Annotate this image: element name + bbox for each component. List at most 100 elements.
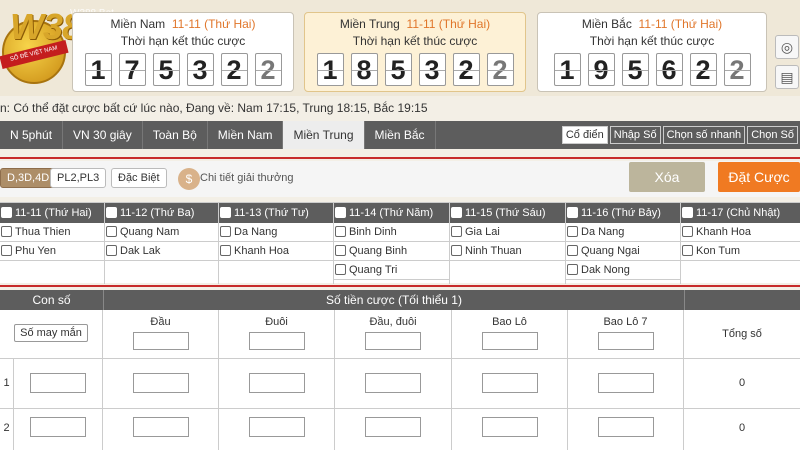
- amount-cell: [219, 359, 335, 408]
- province-option[interactable]: Quang Nam: [105, 223, 218, 242]
- checkbox[interactable]: [220, 226, 231, 237]
- province-option[interactable]: Ninh Thuan: [450, 242, 565, 261]
- tab-mien-nam[interactable]: Miền Nam: [208, 121, 284, 149]
- bulk-amount-input[interactable]: [132, 332, 189, 350]
- countdown-digit: 2: [723, 53, 751, 86]
- header-label: Bao Lô 7: [603, 316, 648, 328]
- amount-input[interactable]: [481, 373, 538, 393]
- lucky-number-button[interactable]: Số may mắn: [14, 324, 88, 342]
- checkbox[interactable]: [1, 245, 12, 256]
- province-option[interactable]: Gia Lai: [450, 223, 565, 242]
- checkbox[interactable]: [451, 207, 462, 218]
- day-header[interactable]: 11-14 (Thứ Năm): [334, 203, 449, 223]
- money-bag-icon[interactable]: $: [178, 168, 200, 190]
- amount-input[interactable]: [248, 373, 305, 393]
- province-option[interactable]: Khanh Hoa: [219, 242, 333, 261]
- bulk-amount-input[interactable]: [481, 332, 538, 350]
- tab-vn-30-giay[interactable]: VN 30 giây: [63, 121, 143, 149]
- province-option[interactable]: Thua Thien: [0, 223, 104, 242]
- draw-info-text: n: Có thể đặt cược bất cứ lúc nào, Đang …: [0, 101, 428, 115]
- header-cell-dau-duoi: Đầu, đuôi: [335, 310, 452, 358]
- checkbox[interactable]: [1, 226, 12, 237]
- amount-input[interactable]: [132, 417, 189, 437]
- checkbox[interactable]: [335, 226, 346, 237]
- checkbox[interactable]: [335, 207, 346, 218]
- checkbox[interactable]: [451, 226, 462, 237]
- bet-type-2d3d4d-button[interactable]: D,3D,4D: [0, 168, 57, 188]
- amount-input[interactable]: [365, 373, 421, 393]
- mode-chon-so[interactable]: Chọn Số: [747, 126, 798, 144]
- countdown-digit: 8: [350, 53, 378, 86]
- province-option[interactable]: Da Nang: [566, 223, 680, 242]
- day-column: 11-13 (Thứ Tư) Da Nang Khanh Hoa: [219, 203, 334, 284]
- checkbox[interactable]: [106, 245, 117, 256]
- day-header[interactable]: 11-12 (Thứ Ba): [105, 203, 218, 223]
- region-card-mien-nam[interactable]: Miền Nam 11-11 (Thứ Hai) Thời hạn kết th…: [72, 12, 294, 92]
- mode-co-dien[interactable]: Cổ điển: [561, 126, 608, 144]
- bulk-amount-input[interactable]: [365, 332, 421, 350]
- countdown-digit: 7: [118, 53, 146, 86]
- checkbox[interactable]: [682, 226, 693, 237]
- tab-mien-trung[interactable]: Miền Trung: [283, 121, 365, 149]
- checkbox[interactable]: [335, 245, 346, 256]
- province-option[interactable]: Quang Binh: [334, 242, 449, 261]
- header-cell-bao-lo: Bao Lô: [452, 310, 568, 358]
- checkbox[interactable]: [451, 245, 462, 256]
- province-option[interactable]: Dak Nong: [566, 261, 680, 280]
- globe-icon[interactable]: ◎: [775, 35, 799, 59]
- mode-chon-so-nhanh[interactable]: Chọn số nhanh: [662, 126, 746, 144]
- amount-input[interactable]: [132, 373, 189, 393]
- day-header[interactable]: 11-16 (Thứ Bảy): [566, 203, 680, 223]
- checkbox[interactable]: [567, 207, 578, 218]
- table-row: 2 0: [0, 408, 800, 450]
- day-province-grid: 11-11 (Thứ Hai) Thua Thien Phu Yen 11-12…: [0, 202, 800, 284]
- province-option[interactable]: Quang Ngai: [566, 242, 680, 261]
- checkbox[interactable]: [1, 207, 12, 218]
- checkbox[interactable]: [567, 226, 578, 237]
- checkbox[interactable]: [106, 207, 117, 218]
- region-card-mien-bac[interactable]: Miền Bắc 11-11 (Thứ Hai) Thời hạn kết th…: [537, 12, 767, 92]
- province-option[interactable]: Quang Tri: [334, 261, 449, 280]
- bulk-amount-input[interactable]: [597, 332, 654, 350]
- amount-input[interactable]: [597, 417, 654, 437]
- checkbox[interactable]: [106, 226, 117, 237]
- province-option[interactable]: Dak Lak: [105, 242, 218, 261]
- day-header[interactable]: 11-17 (Chủ Nhật): [681, 203, 800, 223]
- checkbox[interactable]: [682, 245, 693, 256]
- checkbox[interactable]: [567, 245, 578, 256]
- bet-type-pl-button[interactable]: PL2,PL3: [50, 168, 107, 188]
- checkbox[interactable]: [220, 245, 231, 256]
- countdown-digit: 5: [152, 53, 180, 86]
- day-header[interactable]: 11-13 (Thứ Tư): [219, 203, 333, 223]
- place-bet-button[interactable]: Đặt Cược: [718, 162, 800, 192]
- day-header[interactable]: 11-11 (Thứ Hai): [0, 203, 104, 223]
- day-header[interactable]: 11-15 (Thứ Sáu): [450, 203, 565, 223]
- tab-toan-bo[interactable]: Toàn Bộ: [143, 121, 208, 149]
- number-input[interactable]: [30, 373, 86, 393]
- province-option[interactable]: Khanh Hoa: [681, 223, 800, 242]
- amount-input[interactable]: [481, 417, 538, 437]
- region-title: Miền Nam 11-11 (Thứ Hai): [110, 17, 256, 31]
- number-input[interactable]: [30, 417, 86, 437]
- checkbox[interactable]: [220, 207, 231, 218]
- prize-details-link[interactable]: Chi tiết giải thưởng: [200, 172, 293, 184]
- amount-input[interactable]: [365, 417, 421, 437]
- clear-button[interactable]: Xóa: [629, 162, 705, 192]
- province-option[interactable]: Da Nang: [219, 223, 333, 242]
- document-icon[interactable]: ▤: [775, 65, 799, 89]
- checkbox[interactable]: [335, 264, 346, 275]
- mode-nhap-so[interactable]: Nhập Số: [609, 126, 661, 144]
- tab-mien-bac[interactable]: Miền Bắc: [365, 121, 436, 149]
- province-option[interactable]: Binh Dinh: [334, 223, 449, 242]
- province-option[interactable]: Kon Tum: [681, 242, 800, 261]
- bulk-amount-input[interactable]: [248, 332, 305, 350]
- amount-input[interactable]: [248, 417, 305, 437]
- tab-vn-5phut[interactable]: N 5phút: [0, 121, 64, 149]
- checkbox[interactable]: [567, 264, 578, 275]
- side-icons: ◎ ▤: [775, 35, 800, 95]
- bet-type-dac-biet-button[interactable]: Đặc Biệt: [111, 168, 167, 188]
- checkbox[interactable]: [682, 207, 693, 218]
- amount-input[interactable]: [597, 373, 654, 393]
- province-option[interactable]: Phu Yen: [0, 242, 104, 261]
- region-card-mien-trung[interactable]: Miền Trung 11-11 (Thứ Hai) Thời hạn kết …: [304, 12, 526, 92]
